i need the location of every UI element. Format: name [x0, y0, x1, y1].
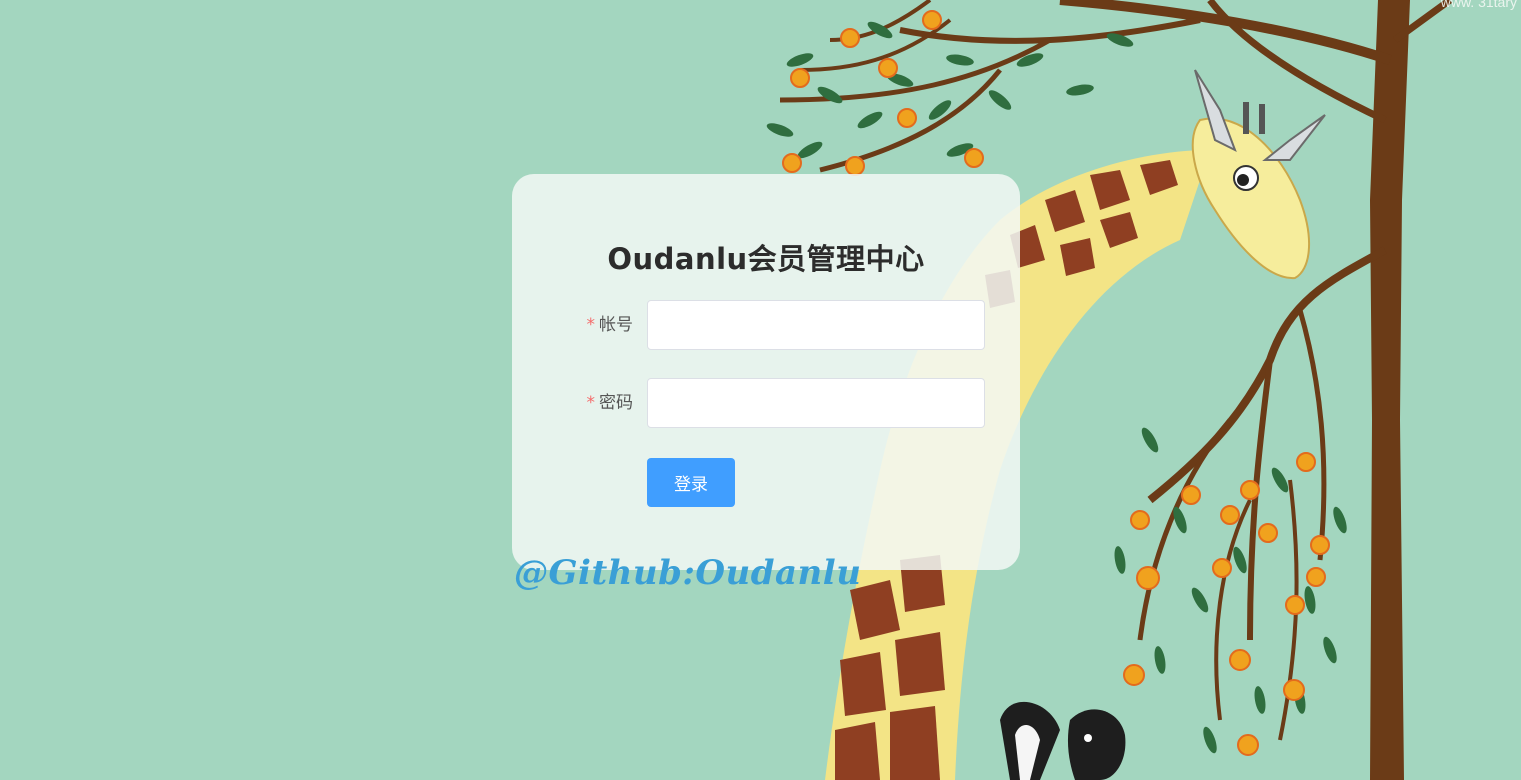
account-label: * 帐号 [587, 300, 634, 350]
login-card: Oudanlu会员管理中心 * 帐号 * 密码 登录 [512, 174, 1020, 570]
password-label: * 密码 [587, 378, 634, 428]
required-mark: * [586, 315, 596, 335]
login-button[interactable]: 登录 [647, 458, 735, 507]
required-mark: * [586, 393, 596, 413]
account-label-text: 帐号 [599, 315, 633, 335]
password-label-text: 密码 [599, 393, 633, 413]
password-form-row: * 密码 [512, 378, 1020, 428]
account-form-row: * 帐号 [512, 300, 1020, 350]
login-page: www. 31tary Oudanlu会员管理中心 * 帐号 * 密码 登录 @Gi… [0, 0, 1521, 780]
watermark-text: www. 31tary [1440, 0, 1517, 10]
password-input[interactable] [647, 378, 985, 428]
github-signature: @Github:Oudanlu [514, 553, 862, 593]
account-input[interactable] [647, 300, 985, 350]
page-title: Oudanlu会员管理中心 [607, 242, 925, 276]
